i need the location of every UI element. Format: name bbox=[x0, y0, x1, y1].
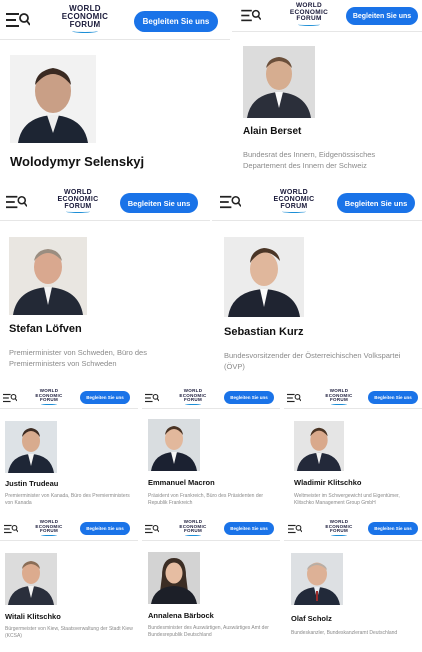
wef-logo[interactable]: WORLD ECONOMIC FORUM bbox=[54, 189, 102, 213]
join-button[interactable]: Begleiten Sie uns bbox=[120, 193, 198, 213]
join-button[interactable]: Begleiten Sie uns bbox=[337, 193, 415, 213]
profile-role: Bundesminister des Auswärtigen, Auswärti… bbox=[148, 625, 269, 639]
join-button[interactable]: Begleiten Sie uns bbox=[224, 522, 274, 535]
profile-role: Präsident von Frankreich, Büro des Präsi… bbox=[148, 493, 264, 507]
profile-name[interactable]: Olaf Scholz bbox=[291, 614, 332, 623]
profile-photo bbox=[291, 553, 343, 605]
wef-logo[interactable]: WORLD ECONOMIC FORUM bbox=[58, 5, 112, 33]
profile-card-loefven: WORLD ECONOMIC FORUM Begleiten Sie uns S… bbox=[0, 185, 210, 385]
profile-card-selenskyj: WORLD ECONOMIC FORUM Begleiten Sie uns W… bbox=[0, 0, 230, 183]
menu-search-icon[interactable] bbox=[241, 9, 261, 22]
menu-search-icon[interactable] bbox=[288, 524, 302, 534]
wef-logo[interactable]: WORLD ECONOMIC FORUM bbox=[287, 2, 331, 26]
profile-card-kurz: WORLD ECONOMIC FORUM Begleiten Sie uns S… bbox=[212, 185, 422, 385]
site-header: WORLD ECONOMIC FORUM Begleiten Sie uns bbox=[0, 517, 138, 541]
menu-search-icon[interactable] bbox=[3, 393, 17, 403]
join-button[interactable]: Begleiten Sie uns bbox=[368, 522, 418, 535]
profile-name[interactable]: Sebastian Kurz bbox=[224, 326, 303, 338]
profile-name[interactable]: Emmanuel Macron bbox=[148, 478, 215, 487]
menu-search-icon[interactable] bbox=[4, 524, 18, 534]
wef-logo[interactable]: WORLD ECONOMIC FORUM bbox=[270, 189, 318, 213]
profile-role: Premierminister von Schweden, Büro des P… bbox=[9, 348, 147, 368]
profile-role: Bürgermeister von Kiew, Staatsverwaltung… bbox=[5, 626, 133, 640]
profile-photo bbox=[294, 421, 344, 471]
site-header: WORLD ECONOMIC FORUM Begleiten Sie uns bbox=[284, 517, 422, 541]
site-header: WORLD ECONOMIC FORUM Begleiten Sie uns bbox=[284, 387, 422, 409]
profile-photo bbox=[224, 237, 304, 317]
wef-logo[interactable]: WORLD ECONOMIC FORUM bbox=[322, 388, 356, 405]
profile-name[interactable]: Wladimir Klitschko bbox=[294, 478, 362, 487]
site-header: WORLD ECONOMIC FORUM Begleiten Sie uns bbox=[232, 0, 422, 32]
profile-card-macron: WORLD ECONOMIC FORUM Begleiten Sie uns Emm… bbox=[142, 387, 280, 515]
profile-card-baerbock: WORLD ECONOMIC FORUM Begleiten Sie uns Ann… bbox=[142, 517, 280, 652]
wef-logo[interactable]: WORLD ECONOMIC FORUM bbox=[32, 388, 66, 405]
profile-role: Weltmeister im Schwergewicht und Eigentü… bbox=[294, 493, 400, 507]
profile-photo bbox=[5, 421, 57, 473]
profile-name[interactable]: Annalena Bärbock bbox=[148, 611, 214, 620]
profile-card-wladimir-klitschko: WORLD ECONOMIC FORUM Begleiten Sie uns Wla… bbox=[284, 387, 422, 515]
profile-role: Bundesvorsitzender der Österreichischen … bbox=[224, 351, 401, 371]
join-button[interactable]: Begleiten Sie uns bbox=[134, 11, 218, 32]
wef-logo[interactable]: WORLD ECONOMIC FORUM bbox=[176, 388, 210, 405]
profile-role: Bundesrat des Innern, Eidgenössisches De… bbox=[243, 150, 376, 170]
join-button[interactable]: Begleiten Sie uns bbox=[368, 391, 418, 404]
join-button[interactable]: Begleiten Sie uns bbox=[80, 522, 130, 535]
profile-name[interactable]: Justin Trudeau bbox=[5, 479, 58, 488]
wef-logo[interactable]: WORLD ECONOMIC FORUM bbox=[176, 519, 210, 536]
profile-name[interactable]: Alain Berset bbox=[243, 126, 301, 137]
profile-photo bbox=[9, 237, 87, 315]
menu-search-icon[interactable] bbox=[287, 393, 301, 403]
profile-role: Premierminister von Kanada, Büro des Pre… bbox=[5, 493, 130, 507]
site-header: WORLD ECONOMIC FORUM Begleiten Sie uns bbox=[142, 517, 280, 541]
menu-search-icon[interactable] bbox=[145, 524, 159, 534]
site-header: WORLD ECONOMIC FORUM Begleiten Sie uns bbox=[0, 185, 210, 221]
wef-logo[interactable]: WORLD ECONOMIC FORUM bbox=[322, 519, 356, 536]
profile-card-berset: WORLD ECONOMIC FORUM Begleiten Sie uns A… bbox=[232, 0, 422, 183]
join-button[interactable]: Begleiten Sie uns bbox=[80, 391, 130, 404]
join-button[interactable]: Begleiten Sie uns bbox=[224, 391, 274, 404]
menu-search-icon[interactable] bbox=[145, 393, 159, 403]
menu-search-icon[interactable] bbox=[220, 195, 241, 209]
profile-card-scholz: WORLD ECONOMIC FORUM Begleiten Sie uns Ola… bbox=[284, 517, 422, 652]
profile-name[interactable]: Stefan Löfven bbox=[9, 323, 82, 335]
profile-photo bbox=[243, 46, 315, 118]
site-header: WORLD ECONOMIC FORUM Begleiten Sie uns bbox=[212, 185, 422, 221]
profile-name[interactable]: Witali Klitschko bbox=[5, 612, 61, 621]
join-button[interactable]: Begleiten Sie uns bbox=[346, 7, 418, 25]
profile-photo bbox=[5, 553, 57, 605]
profile-role: Bundeskanzler, Bundeskanzleramt Deutschl… bbox=[291, 630, 398, 636]
menu-search-icon[interactable] bbox=[6, 12, 30, 28]
site-header: WORLD ECONOMIC FORUM Begleiten Sie uns bbox=[0, 387, 138, 409]
profile-name[interactable]: Wolodymyr Selenskyj bbox=[10, 154, 144, 169]
site-header: WORLD ECONOMIC FORUM Begleiten Sie uns bbox=[0, 0, 230, 40]
profile-photo bbox=[10, 55, 96, 143]
menu-search-icon[interactable] bbox=[6, 195, 27, 209]
profile-card-trudeau: WORLD ECONOMIC FORUM Begleiten Sie uns Jus… bbox=[0, 387, 138, 515]
wef-logo[interactable]: WORLD ECONOMIC FORUM bbox=[32, 519, 66, 536]
profile-photo bbox=[148, 419, 200, 471]
site-header: WORLD ECONOMIC FORUM Begleiten Sie uns bbox=[142, 387, 280, 409]
profile-photo bbox=[148, 552, 200, 604]
profile-card-witali-klitschko: WORLD ECONOMIC FORUM Begleiten Sie uns Wit… bbox=[0, 517, 138, 652]
